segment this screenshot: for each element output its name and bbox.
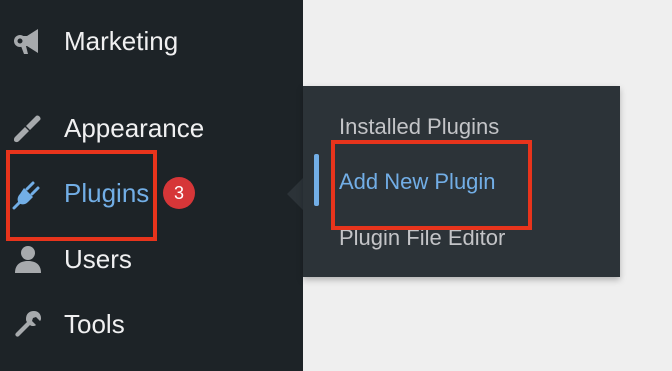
sidebar-item-plugins[interactable]: Plugins 3 xyxy=(0,168,303,218)
megaphone-icon xyxy=(11,24,45,58)
user-icon xyxy=(11,242,45,276)
sidebar-item-label: Marketing xyxy=(64,25,179,56)
current-item-indicator xyxy=(314,154,319,206)
sidebar-item-tools[interactable]: Tools xyxy=(0,299,303,349)
sidebar-item-label: Plugins xyxy=(64,177,150,208)
submenu-item-add-new-plugin[interactable]: Add New Plugin xyxy=(339,169,496,195)
submenu-item-plugin-file-editor[interactable]: Plugin File Editor xyxy=(339,225,505,251)
plugins-submenu: Installed Plugins Add New Plugin Plugin … xyxy=(303,86,620,277)
submenu-pointer xyxy=(287,178,303,210)
admin-screen: Marketing Appearance Plugins 3 Users Too… xyxy=(0,0,672,371)
plugin-update-count-badge: 3 xyxy=(163,177,195,209)
sidebar-item-users[interactable]: Users xyxy=(0,234,303,284)
sidebar-item-label: Appearance xyxy=(64,112,205,143)
sidebar-item-label: Users xyxy=(64,243,132,274)
plugin-plug-icon xyxy=(11,176,45,210)
wrench-icon xyxy=(11,307,45,341)
admin-sidebar: Marketing Appearance Plugins 3 Users Too… xyxy=(0,0,303,371)
sidebar-item-appearance[interactable]: Appearance xyxy=(0,103,303,153)
paintbrush-icon xyxy=(11,111,45,145)
sidebar-item-marketing[interactable]: Marketing xyxy=(0,16,303,66)
submenu-item-installed-plugins[interactable]: Installed Plugins xyxy=(339,114,499,140)
sidebar-item-label: Tools xyxy=(64,308,125,339)
